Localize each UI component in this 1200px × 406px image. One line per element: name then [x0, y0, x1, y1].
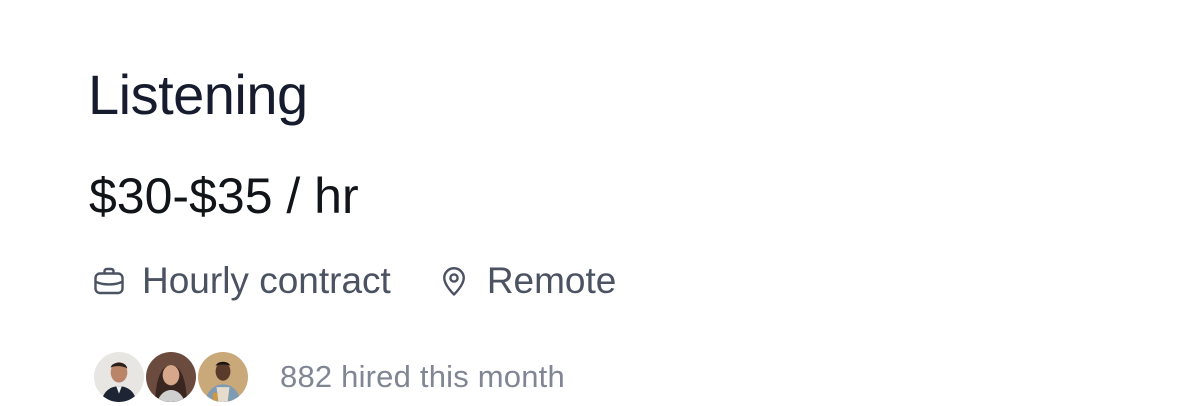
- pay-rate: $30-$35 / hr: [89, 168, 359, 224]
- job-meta-row: Hourly contract Remote: [90, 258, 616, 304]
- job-card: Listening $30-$35 / hr Hourly contract R…: [88, 0, 1200, 405]
- avatar-group: [92, 350, 250, 404]
- briefcase-icon: [90, 258, 128, 304]
- contract-type-label: Hourly contract: [142, 260, 391, 301]
- job-title: Listening: [88, 63, 308, 126]
- work-location: Remote: [435, 258, 617, 304]
- social-proof: 882 hired this month: [92, 348, 565, 406]
- location-pin-icon: [435, 258, 473, 304]
- avatar: [144, 350, 198, 404]
- contract-type: Hourly contract: [90, 258, 391, 304]
- avatar: [196, 350, 250, 404]
- hired-count-text: 882 hired this month: [280, 359, 565, 394]
- work-location-label: Remote: [486, 260, 617, 301]
- avatar: [92, 350, 146, 404]
